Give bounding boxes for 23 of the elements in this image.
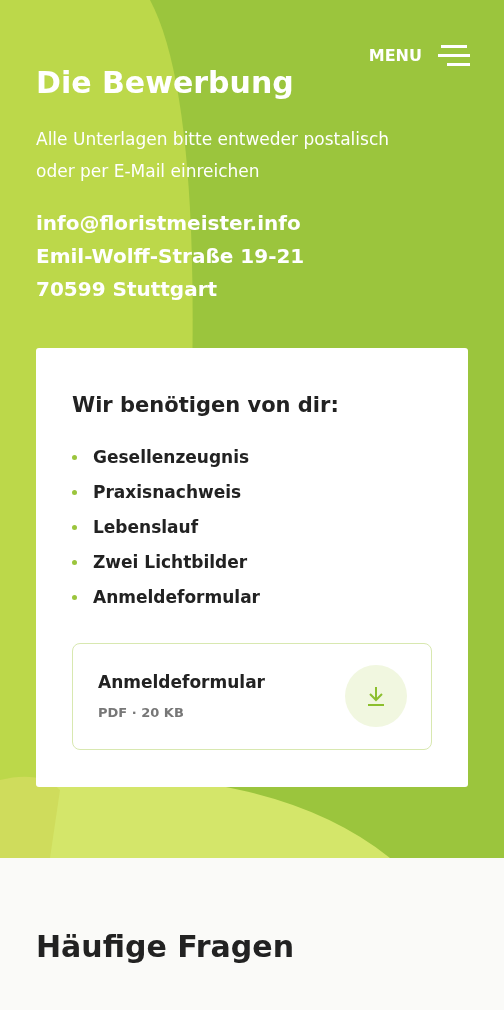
bullet-icon	[72, 594, 77, 600]
requirement-item: Gesellenzeugnis	[93, 445, 250, 469]
card-heading: Wir benötigen von dir:	[72, 392, 340, 419]
page-title: Die Bewerbung	[36, 64, 294, 102]
requirement-item: Zwei Lichtbilder	[93, 550, 248, 574]
download-card[interactable]: Anmeldeformular PDF · 20 KB	[72, 642, 432, 750]
bullet-icon	[72, 489, 77, 495]
requirement-item: Anmeldeformular	[93, 585, 260, 609]
menu-icon	[438, 44, 470, 68]
bullet-icon	[72, 454, 77, 460]
file-name: Anmeldeformular	[98, 670, 265, 694]
email-link[interactable]: info@floristmeister.info	[36, 207, 301, 240]
street-text: Emil-Wolff-Straße 19-21	[36, 243, 305, 270]
intro-text: Alle Unterlagen bitte entweder postalisch oder per E-Mail einreichen	[36, 128, 390, 183]
city-text: 70599 Stuttgart	[36, 276, 218, 303]
bullet-icon	[72, 559, 77, 565]
file-meta: PDF · 20 KB	[98, 704, 185, 722]
requirement-item: Lebenslauf	[93, 515, 199, 539]
download-icon	[367, 686, 385, 706]
requirement-item: Praxisnachweis	[93, 480, 242, 504]
bullet-icon	[72, 524, 77, 530]
faq-heading: Häufige Fragen	[36, 928, 295, 966]
menu-button[interactable]: MENU	[368, 44, 470, 68]
